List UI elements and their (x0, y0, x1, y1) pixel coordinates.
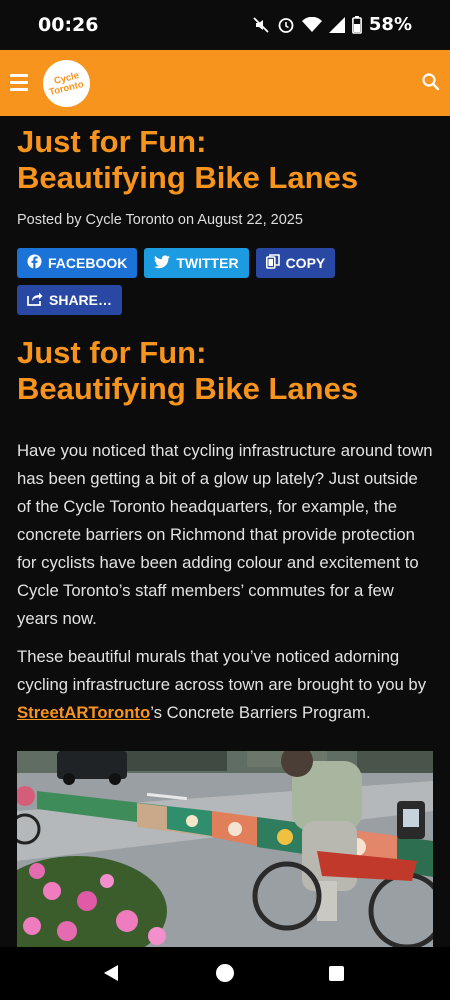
share-buttons: FACEBOOK TWITTER COPY SHARE… (17, 248, 347, 315)
alarm-icon (277, 16, 295, 34)
share-icon (27, 291, 43, 309)
twitter-label: TWITTER (176, 255, 239, 271)
wifi-icon (301, 16, 322, 33)
back-icon[interactable] (104, 965, 118, 981)
article-paragraph-1: Have you noticed that cycling infrastruc… (17, 441, 433, 628)
copy-link-button[interactable]: COPY (255, 248, 336, 278)
share-button[interactable]: SHARE… (17, 285, 123, 315)
battery-icon (352, 15, 362, 34)
search-icon[interactable] (420, 71, 442, 93)
article-heading: Just for Fun: Beautifying Bike Lanes (17, 335, 359, 406)
system-nav-bar (0, 947, 450, 1000)
facebook-share-button[interactable]: FACEBOOK (17, 248, 138, 278)
twitter-share-button[interactable]: TWITTER (144, 248, 249, 278)
status-bar: 00:26 58% (0, 0, 450, 50)
facebook-label: FACEBOOK (48, 255, 128, 271)
page-title: Just for Fun: Beautifying Bike Lanes (17, 124, 359, 195)
battery-percent: 58% (368, 14, 412, 35)
cycle-toronto-logo[interactable]: Cycle Toronto (43, 60, 90, 107)
signal-icon (328, 16, 345, 33)
copy-icon (265, 254, 280, 272)
status-time: 00:26 (38, 14, 99, 36)
hamburger-icon[interactable] (10, 74, 28, 92)
recents-icon[interactable] (329, 966, 344, 981)
status-icons: 58% (252, 14, 412, 35)
mute-icon (252, 16, 270, 34)
article-photo (17, 751, 433, 947)
article-paragraph-2: These beautiful murals that you’ve notic… (17, 647, 427, 722)
home-icon[interactable] (216, 964, 234, 982)
share-label: SHARE… (49, 292, 113, 308)
article-byline: Posted by Cycle Toronto on August 22, 20… (17, 212, 303, 228)
site-header: Cycle Toronto (0, 50, 450, 116)
bike-lane-mural-illustration (17, 751, 433, 947)
streetartoronto-link[interactable]: StreetARToronto (17, 703, 150, 722)
article: Just for Fun: Beautifying Bike Lanes Pos… (17, 116, 433, 727)
twitter-icon (154, 254, 171, 272)
copy-label: COPY (285, 255, 326, 271)
facebook-icon (27, 254, 42, 272)
